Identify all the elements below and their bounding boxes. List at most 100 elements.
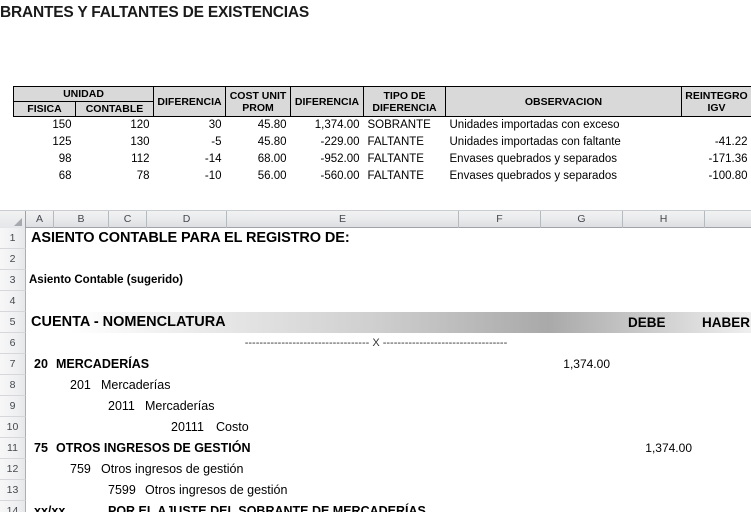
row-5-cells[interactable]: CUENTA - NOMENCLATURA DEBE HABER xyxy=(26,312,751,333)
column-header-g[interactable]: G xyxy=(541,210,623,228)
row-header-11[interactable]: 11 xyxy=(0,438,26,459)
cell-diferencia-2: 1,374.00 xyxy=(314,119,360,131)
row-13-cells[interactable]: 7599 Otros ingresos de gestión xyxy=(26,480,751,501)
row-14-cells[interactable]: xx/xx POR EL AJUSTE DEL SOBRANTE DE MERC… xyxy=(26,501,751,512)
cell-tipo: FALTANTE xyxy=(367,153,424,165)
account-code-2011: 2011 xyxy=(108,399,135,413)
row-header-1[interactable]: 1 xyxy=(0,228,26,249)
column-header-f[interactable]: F xyxy=(459,210,541,228)
cell-cost-unit-prom: 45.80 xyxy=(257,136,287,148)
table-header: UNIDAD DIFERENCIA COST UNIT PROM DIFEREN… xyxy=(13,86,751,117)
cell-diferencia-2: -229.00 xyxy=(320,136,360,148)
entry-description: POR EL AJUSTE DEL SOBRANTE DE MERCADERÍA… xyxy=(108,504,426,512)
select-all-corner[interactable] xyxy=(0,210,26,228)
row-3-cells[interactable]: Asiento Contable (sugerido) xyxy=(26,270,751,291)
row-8-cells[interactable]: 201 Mercaderías xyxy=(26,375,751,396)
row-7-cells[interactable]: 20 MERCADERÍAS 1,374.00 xyxy=(26,354,751,375)
column-header-a[interactable]: A xyxy=(26,210,54,228)
row-header-4[interactable]: 4 xyxy=(0,291,26,312)
account-name-759: Otros ingresos de gestión xyxy=(101,462,244,476)
table-row: 98 112 -14 68.00 -952.00 FALTANTE Envase… xyxy=(14,151,751,168)
row-header-6[interactable]: 6 xyxy=(0,333,26,354)
table-header-row-1: UNIDAD DIFERENCIA COST UNIT PROM DIFEREN… xyxy=(13,86,751,117)
row-10-cells[interactable]: 20111 Costo xyxy=(26,417,751,438)
cell-contable: 112 xyxy=(131,153,150,165)
cell-observacion: Envases quebrados y separados xyxy=(449,153,618,165)
header-observacion: OBSERVACION xyxy=(445,86,682,117)
row-6-cells[interactable]: ---------------------------------- X ---… xyxy=(26,333,751,354)
table-row: 125 130 -5 45.80 -229.00 FALTANTE Unidad… xyxy=(14,134,751,151)
column-header-d[interactable]: D xyxy=(147,210,227,228)
ledger-title: CUENTA - NOMENCLATURA xyxy=(31,314,226,330)
header-contable: CONTABLE xyxy=(75,101,154,117)
account-code-20111: 20111 xyxy=(171,420,204,434)
column-header-h[interactable]: H xyxy=(623,210,705,228)
cell-cost-unit-prom: 45.80 xyxy=(257,119,287,131)
column-header-b[interactable]: B xyxy=(54,210,109,228)
cell-tipo: SOBRANTE xyxy=(367,119,431,131)
row-1-cells[interactable]: ASIENTO CONTABLE PARA EL REGISTRO DE: xyxy=(26,228,751,249)
sheet-row-6: 6 ---------------------------------- X -… xyxy=(0,333,751,354)
cell-a3-text: Asiento Contable (sugerido) xyxy=(29,274,183,286)
cell-fisica: 68 xyxy=(58,170,72,182)
account-code-201: 201 xyxy=(70,378,91,392)
sheet-row-11: 11 75 OTROS INGRESOS DE GESTIÓN 1,374.00 xyxy=(0,438,751,459)
cell-contable: 130 xyxy=(130,136,150,148)
row-header-8[interactable]: 8 xyxy=(0,375,26,396)
inventory-differences-table: UNIDAD DIFERENCIA COST UNIT PROM DIFEREN… xyxy=(13,86,751,185)
account-name-75: OTROS INGRESOS DE GESTIÓN xyxy=(56,441,251,455)
cell-a1-text: ASIENTO CONTABLE PARA EL REGISTRO DE: xyxy=(31,230,350,246)
row-header-7[interactable]: 7 xyxy=(0,354,26,375)
row-4-cells[interactable] xyxy=(26,291,751,312)
row-header-3[interactable]: 3 xyxy=(0,270,26,291)
row-header-5[interactable]: 5 xyxy=(0,312,26,333)
cell-diferencia-1: -10 xyxy=(204,170,222,182)
row-header-10[interactable]: 10 xyxy=(0,417,26,438)
row-11-cells[interactable]: 75 OTROS INGRESOS DE GESTIÓN 1,374.00 xyxy=(26,438,751,459)
row-header-2[interactable]: 2 xyxy=(0,249,26,270)
cell-diferencia-1: -5 xyxy=(211,136,222,148)
sheet-row-10: 10 20111 Costo xyxy=(0,417,751,438)
cell-fisica: 125 xyxy=(52,136,72,148)
table-row: 150 120 30 45.80 1,374.00 SOBRANTE Unida… xyxy=(14,117,751,135)
cell-diferencia-2: -952.00 xyxy=(320,153,360,165)
column-header-e[interactable]: E xyxy=(227,210,459,228)
header-fisica: FISICA xyxy=(13,101,76,117)
sheet-row-12: 12 759 Otros ingresos de gestión xyxy=(0,459,751,480)
amount-haber-row11: 1,374.00 xyxy=(645,441,692,455)
sheet-row-4: 4 xyxy=(0,291,751,312)
cell-diferencia-1: -14 xyxy=(204,153,222,165)
page-root: BRANTES Y FALTANTES DE EXISTENCIAS UNIDA… xyxy=(0,0,751,512)
row-header-12[interactable]: 12 xyxy=(0,459,26,480)
sheet-row-1: 1 ASIENTO CONTABLE PARA EL REGISTRO DE: xyxy=(0,228,751,249)
cell-fisica: 150 xyxy=(52,119,72,131)
sheet-row-8: 8 201 Mercaderías xyxy=(0,375,751,396)
header-unidad-group: UNIDAD xyxy=(13,86,154,102)
ledger-header-debe: DEBE xyxy=(628,314,666,330)
sheet-row-2: 2 xyxy=(0,249,751,270)
entry-separator: ---------------------------------- X ---… xyxy=(244,337,508,349)
row-header-13[interactable]: 13 xyxy=(0,480,26,501)
row-12-cells[interactable]: 759 Otros ingresos de gestión xyxy=(26,459,751,480)
account-code-20: 20 xyxy=(34,357,48,371)
cell-fisica: 98 xyxy=(58,153,72,165)
table-body: 150 120 30 45.80 1,374.00 SOBRANTE Unida… xyxy=(14,117,751,186)
sheet-row-14: 14 xx/xx POR EL AJUSTE DEL SOBRANTE DE M… xyxy=(0,501,751,512)
cell-cost-unit-prom: 68.00 xyxy=(257,153,287,165)
row-header-14[interactable]: 14 xyxy=(0,501,26,512)
row-header-9[interactable]: 9 xyxy=(0,396,26,417)
cell-contable: 120 xyxy=(130,119,150,131)
cell-diferencia-2: -560.00 xyxy=(320,170,360,182)
column-header-c[interactable]: C xyxy=(109,210,147,228)
page-title: BRANTES Y FALTANTES DE EXISTENCIAS xyxy=(0,4,309,21)
cell-observacion: Envases quebrados y separados xyxy=(449,170,618,182)
header-diferencia-2: DIFERENCIA xyxy=(290,86,364,117)
spreadsheet: A B C D E F G H 1 ASIENTO CONTABLE PARA … xyxy=(0,210,751,512)
row-2-cells[interactable] xyxy=(26,249,751,270)
account-name-201: Mercaderías xyxy=(101,378,171,392)
account-code-75: 75 xyxy=(34,441,48,455)
row-9-cells[interactable]: 2011 Mercaderías xyxy=(26,396,751,417)
account-name-7599: Otros ingresos de gestión xyxy=(145,483,288,497)
account-name-20111: Costo xyxy=(216,420,249,434)
cell-observacion: Unidades importadas con faltante xyxy=(449,136,621,148)
